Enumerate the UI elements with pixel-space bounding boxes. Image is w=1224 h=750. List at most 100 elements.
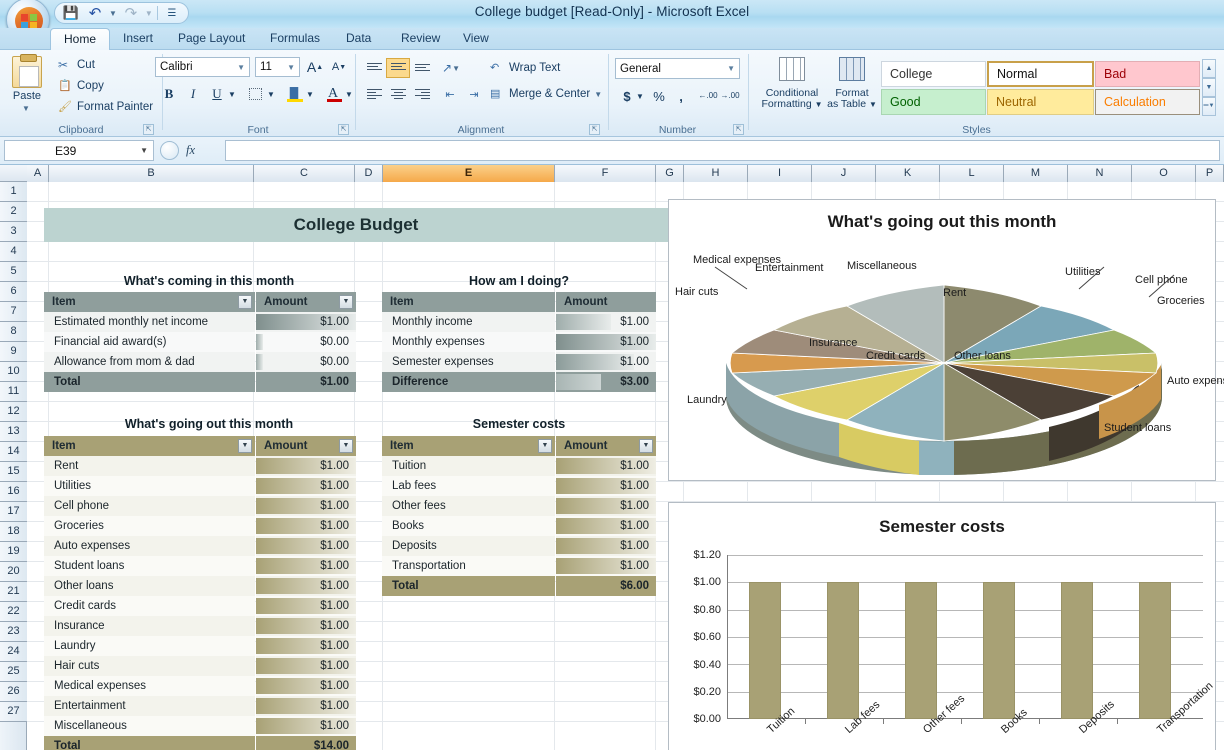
increase-decimal-button[interactable]: ←.00 xyxy=(697,86,719,106)
column-header-C[interactable]: C xyxy=(254,165,355,182)
styles-more-button[interactable]: ═▼ xyxy=(1202,97,1216,116)
orientation-button[interactable]: ↗ ▼ xyxy=(438,58,464,78)
bold-button[interactable]: B xyxy=(158,84,180,104)
row-header-5[interactable]: 5 xyxy=(0,262,27,282)
column-header-P[interactable]: P xyxy=(1196,165,1224,182)
row-header-25[interactable]: 25 xyxy=(0,662,27,682)
column-header-F[interactable]: F xyxy=(555,165,656,182)
chart-pie-going-out[interactable]: What's going out this month xyxy=(668,199,1216,481)
shrink-font-button[interactable]: A▼ xyxy=(328,57,350,77)
wrap-text-button[interactable]: ↶ Wrap Text xyxy=(490,61,560,75)
row-header-6[interactable]: 6 xyxy=(0,282,27,302)
merge-center-button[interactable]: ▤ Merge & Center ▼ xyxy=(490,87,602,101)
row-header-4[interactable]: 4 xyxy=(0,242,27,262)
row-header-22[interactable]: 22 xyxy=(0,602,27,622)
cell-style-neutral[interactable]: Neutral xyxy=(987,89,1094,115)
styles-scroll-down-button[interactable]: ▼ xyxy=(1202,78,1216,97)
column-header-N[interactable]: N xyxy=(1068,165,1132,182)
tab-formulas[interactable]: Formulas xyxy=(257,28,333,50)
column-header-M[interactable]: M xyxy=(1004,165,1068,182)
styles-scroll-up-button[interactable]: ▲ xyxy=(1202,59,1216,78)
align-bottom-button[interactable] xyxy=(410,58,434,78)
row-header-14[interactable]: 14 xyxy=(0,442,27,462)
format-painter-button[interactable]: 🖌 Format Painter xyxy=(58,100,153,114)
align-middle-button[interactable] xyxy=(386,58,410,78)
copy-button[interactable]: 📋 Copy xyxy=(58,79,104,93)
chart-bar-semester-costs[interactable]: Semester costs xyxy=(668,502,1216,750)
column-header-D[interactable]: D xyxy=(355,165,383,182)
row-header-12[interactable]: 12 xyxy=(0,402,27,422)
number-format-combo[interactable]: General ▼ xyxy=(615,58,740,79)
cell-style-normal[interactable]: Normal xyxy=(987,61,1094,87)
filter-dropdown-icon[interactable]: ▼ xyxy=(339,295,353,309)
column-header-E[interactable]: E xyxy=(383,165,555,182)
conditional-formatting-dropdown-icon[interactable]: ▼ xyxy=(815,100,823,109)
currency-dropdown-icon[interactable]: ▼ xyxy=(635,88,645,104)
align-left-button[interactable] xyxy=(362,84,386,104)
tab-page-layout[interactable]: Page Layout xyxy=(165,28,258,50)
decrease-decimal-button[interactable]: →.00 xyxy=(719,86,741,106)
row-header-20[interactable]: 20 xyxy=(0,562,27,582)
row-header-10[interactable]: 10 xyxy=(0,362,27,382)
column-header-I[interactable]: I xyxy=(748,165,812,182)
row-header-16[interactable]: 16 xyxy=(0,482,27,502)
row-header-26[interactable]: 26 xyxy=(0,682,27,702)
underline-button[interactable]: U xyxy=(206,84,228,104)
cell-style-bad[interactable]: Bad xyxy=(1095,61,1200,87)
name-box[interactable]: E39 ▼ xyxy=(4,140,154,161)
row-header-13[interactable]: 13 xyxy=(0,422,27,442)
filter-dropdown-icon[interactable]: ▼ xyxy=(639,439,653,453)
comma-button[interactable]: , xyxy=(671,86,691,106)
paste-icon[interactable] xyxy=(12,56,42,88)
column-header-J[interactable]: J xyxy=(812,165,876,182)
row-header-8[interactable]: 8 xyxy=(0,322,27,342)
tab-insert[interactable]: Insert xyxy=(110,28,166,50)
row-header-3[interactable]: 3 xyxy=(0,222,27,242)
italic-button[interactable]: I xyxy=(182,84,204,104)
align-right-button[interactable] xyxy=(410,84,434,104)
filter-dropdown-icon[interactable]: ▼ xyxy=(538,439,552,453)
column-header-A[interactable]: A xyxy=(27,165,49,182)
row-header-17[interactable]: 17 xyxy=(0,502,27,522)
sheet-canvas[interactable]: College Budget What's coming in this mon… xyxy=(27,182,1224,750)
borders-dropdown-icon[interactable]: ▼ xyxy=(266,86,276,102)
align-top-button[interactable] xyxy=(362,58,386,78)
filter-dropdown-icon[interactable]: ▼ xyxy=(339,439,353,453)
cell-style-college[interactable]: College xyxy=(881,61,986,87)
conditional-formatting-button[interactable]: Conditional Formatting ▼ xyxy=(761,54,823,116)
increase-indent-button[interactable]: ⇥ xyxy=(462,84,486,104)
column-header-H[interactable]: H xyxy=(684,165,748,182)
cell-style-calculation[interactable]: Calculation xyxy=(1095,89,1200,115)
cut-button[interactable]: ✂ Cut xyxy=(58,58,95,72)
row-header-21[interactable]: 21 xyxy=(0,582,27,602)
row-header-2[interactable]: 2 xyxy=(0,202,27,222)
font-name-combo[interactable]: Calibri ▼ xyxy=(155,57,250,77)
row-header-9[interactable]: 9 xyxy=(0,342,27,362)
column-header-L[interactable]: L xyxy=(940,165,1004,182)
column-header-K[interactable]: K xyxy=(876,165,940,182)
font-color-button[interactable]: A xyxy=(321,84,345,104)
row-header-18[interactable]: 18 xyxy=(0,522,27,542)
column-header-B[interactable]: B xyxy=(49,165,254,182)
clipboard-dialog-launcher[interactable]: ⇱ xyxy=(143,124,154,135)
tab-data[interactable]: Data xyxy=(333,28,384,50)
font-dialog-launcher[interactable]: ⇱ xyxy=(338,124,349,135)
fill-color-dropdown-icon[interactable]: ▼ xyxy=(305,86,315,102)
font-color-dropdown-icon[interactable]: ▼ xyxy=(344,86,354,102)
paste-button[interactable]: Paste xyxy=(5,90,49,102)
percent-button[interactable]: % xyxy=(649,86,669,106)
row-header-27[interactable]: 27 xyxy=(0,702,27,722)
alignment-dialog-launcher[interactable]: ⇱ xyxy=(589,124,600,135)
formula-input[interactable] xyxy=(225,140,1220,161)
row-header-24[interactable]: 24 xyxy=(0,642,27,662)
row-header-15[interactable]: 15 xyxy=(0,462,27,482)
cell-style-good[interactable]: Good xyxy=(881,89,986,115)
row-header-1[interactable]: 1 xyxy=(0,182,27,202)
format-as-table-dropdown-icon[interactable]: ▼ xyxy=(869,100,877,109)
chevron-down-icon[interactable]: ▼ xyxy=(140,146,148,155)
tab-review[interactable]: Review xyxy=(388,28,453,50)
paste-dropdown-icon[interactable]: ▼ xyxy=(22,104,30,113)
currency-button[interactable]: $ xyxy=(617,86,637,106)
tab-home[interactable]: Home xyxy=(50,28,110,50)
underline-dropdown-icon[interactable]: ▼ xyxy=(227,86,237,102)
